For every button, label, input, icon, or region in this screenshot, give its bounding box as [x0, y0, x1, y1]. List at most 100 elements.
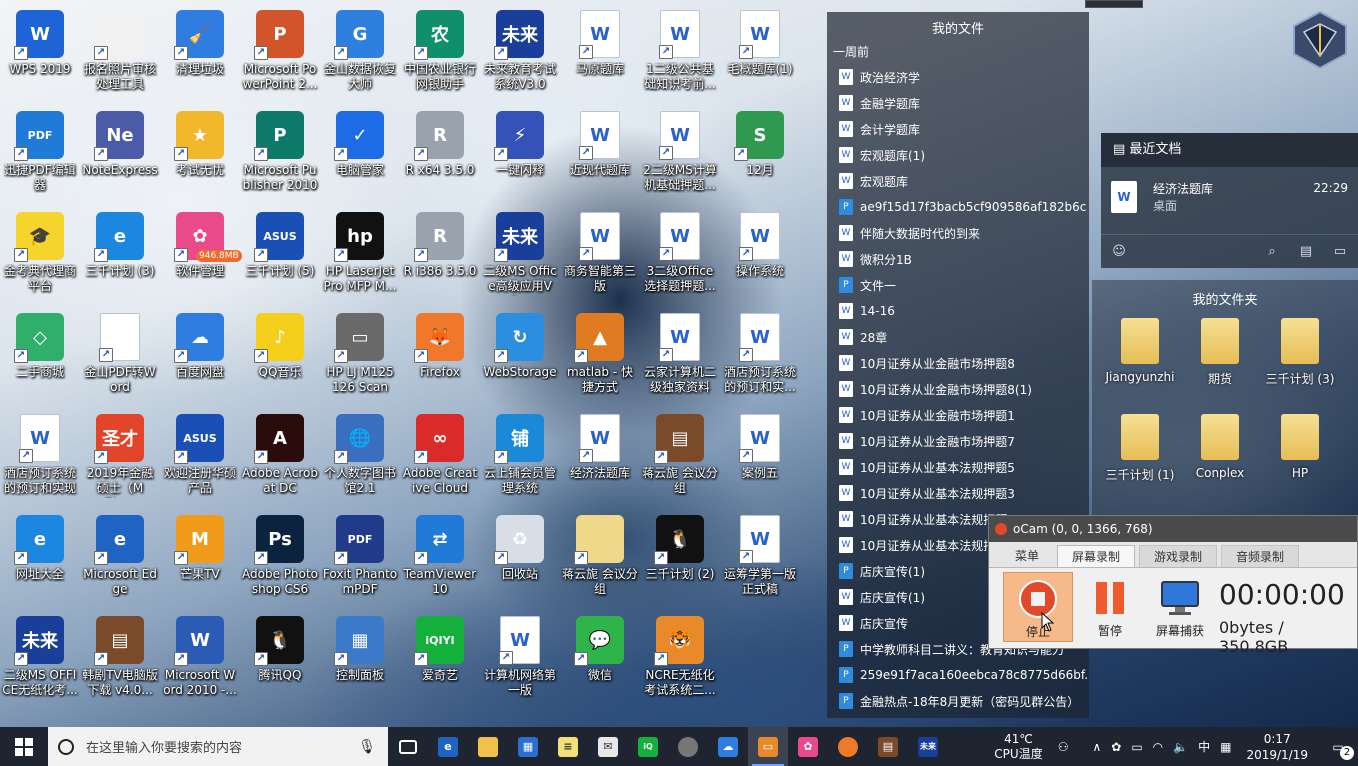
people-icon[interactable]: ⚇ [1053, 740, 1074, 754]
desktop-icon[interactable]: 农 ↗ 中国农业银行网银助手 [400, 0, 480, 98]
pause-button[interactable]: 暂停 [1075, 572, 1145, 642]
desktop-icon[interactable]: 🦊 ↗ Firefox [400, 303, 480, 401]
file-list-item[interactable]: P 259e91f7aca160eebca78c8775d66bf... [827, 662, 1089, 688]
desktop-icon[interactable]: R ↗ R x64 3.5.0 [400, 101, 480, 199]
desktop-icon[interactable]: ASUS ↗ 三千计划 (5) [240, 202, 320, 300]
taskbar-search[interactable]: 在这里输入你要搜索的内容 🎙 [48, 727, 388, 766]
ime-settings-icon[interactable]: ▦ [1215, 740, 1236, 754]
folder-item[interactable]: 三千计划 (1) [1100, 414, 1180, 483]
file-list-item[interactable]: W 10月证券从业金融市场押题8(1) [827, 376, 1089, 402]
desktop-icon[interactable]: PDF ↗ 迅捷PDF编辑器 [0, 101, 80, 199]
file-list-item[interactable]: W 金融学题库 [827, 90, 1089, 116]
desktop-icon[interactable]: 🐧 ↗ 三千计划 (2) [640, 505, 720, 603]
desktop-icon[interactable]: S ↗ 12月 [720, 101, 800, 199]
desktop-icon[interactable]: 🌐 ↗ 个人数字图书馆2.1 [320, 404, 400, 502]
file-list-item[interactable]: W 宏观题库 [827, 168, 1089, 194]
desktop-icon[interactable]: W ↗ 云家计算机二级独家资料 [640, 303, 720, 401]
chevron-up-icon[interactable]: ∧ [1087, 740, 1106, 754]
desktop-icon[interactable]: ▲ ↗ matlab - 快捷方式 [560, 303, 640, 401]
taskbar-edge[interactable]: e [428, 727, 468, 766]
desktop-icon[interactable]: M ↗ 芒果TV [160, 505, 240, 603]
desktop-icon[interactable]: W ↗ 近现代题库 [560, 101, 640, 199]
desktop-icon[interactable]: W ↗ WPS 2019 [0, 0, 80, 98]
action-center-button[interactable]: ▭ 2 [1318, 740, 1358, 760]
file-list-item[interactable]: P 文件一 [827, 272, 1089, 298]
tray-app-icon[interactable]: ✿ [1106, 740, 1126, 754]
desktop-icon[interactable]: iQIYI ↗ 爱奇艺 [400, 606, 480, 704]
desktop-icon[interactable]: P ↗ Microsoft PowerPoint 2... [240, 0, 320, 98]
file-list-item[interactable]: W 10月证券从业基本法规押题5 [827, 454, 1089, 480]
desktop-icon[interactable]: A ↗ Adobe Acrobat DC [240, 404, 320, 502]
desktop-icon[interactable]: ⚡ ↗ 一键闪释 [480, 101, 560, 199]
desktop-icon[interactable]: ☁ ↗ 百度网盘 [160, 303, 240, 401]
desktop-icon[interactable]: ↗ 蒋云旎 会议分组 [560, 505, 640, 603]
wifi-icon[interactable]: ◠ [1148, 740, 1168, 754]
file-list-item[interactable]: W 会计学题库 [827, 116, 1089, 142]
desktop-icon[interactable]: 圣才↗2019年金融硕士（MF）... [80, 404, 160, 502]
file-list-item[interactable]: W 14-16 [827, 298, 1089, 324]
desktop-icon[interactable]: W ↗ 1二级公共基础知识考前... [640, 0, 720, 98]
taskbar-baidu-netdisk[interactable]: ☁ [708, 727, 748, 766]
desktop-icon[interactable]: R ↗ R i386 3.5.0 [400, 202, 480, 300]
desktop-icon[interactable]: W ↗ 案例五 [720, 404, 800, 502]
desktop-icon[interactable]: 未来↗二级MS Office高级应用VI... [480, 202, 560, 300]
desktop-icon[interactable]: ♪ ↗ QQ音乐 [240, 303, 320, 401]
desktop-icon[interactable]: ◇ ↗ 二手商城 [0, 303, 80, 401]
desktop-icon[interactable]: W ↗ 马原题库 [560, 0, 640, 98]
desktop-icon[interactable]: W ↗ 商务智能第三版 [560, 202, 640, 300]
taskbar-ocam[interactable]: ▭ [748, 727, 788, 766]
file-list-item[interactable]: W 10月证券从业基本法规押题3 [827, 480, 1089, 506]
cpu-temperature[interactable]: 41℃ CPU温度 [984, 732, 1052, 762]
desktop-icon[interactable]: G ↗ 金山数据恢复大师 [320, 0, 400, 98]
desktop-icon[interactable]: 未来 ↗ 二级MS OFFICE无纸化考... [0, 606, 80, 704]
desktop-icon[interactable]: hp ↗ HP LaserJet Pro MFP M... [320, 202, 400, 300]
desktop-icon[interactable]: Ps ↗ Adobe Photoshop CS6 [240, 505, 320, 603]
user-icon[interactable]: ☺ [1111, 244, 1127, 260]
desktop-icon[interactable]: W ↗ 3二级Office选择题押题... [640, 202, 720, 300]
file-list-item[interactable]: W 10月证券从业金融市场押题8 [827, 350, 1089, 376]
file-list-item[interactable]: W 政治经济学 [827, 64, 1089, 90]
file-list-item[interactable]: P 金融热点-18年8月更新（密码见群公告） [827, 688, 1089, 714]
desktop-icon[interactable]: W ↗ 运筹学第一版正式稿 [720, 505, 800, 603]
desktop-icon[interactable]: ▤ ↗ 蒋云旎 会议分组 [640, 404, 720, 502]
file-list-item[interactable]: W 伴随大数据时代的到来 [827, 220, 1089, 246]
desktop-icon[interactable]: ↗ 报名照片审核处理工具 [80, 0, 160, 98]
desktop-icon[interactable]: 🎓 ↗ 金考典代理商平台 [0, 202, 80, 300]
desktop-icon[interactable]: W ↗ 酒店预订系统的预订和实... [720, 303, 800, 401]
tab-game-record[interactable]: 游戏录制 [1139, 545, 1218, 567]
taskbar-file-explorer[interactable] [468, 727, 508, 766]
desktop-icon[interactable]: 💬 ↗ 微信 [560, 606, 640, 704]
desktop-icon[interactable]: W ↗ 操作系统 [720, 202, 800, 300]
stop-button[interactable]: 停止 [1003, 572, 1073, 642]
tab-screen-record[interactable]: 屏幕录制 [1057, 545, 1136, 567]
taskbar-archive[interactable]: ▤ [868, 727, 908, 766]
taskbar-iqiyi[interactable]: iQ [628, 727, 668, 766]
file-list-item[interactable]: W 10月证券从业金融市场押题7 [827, 428, 1089, 454]
volume-icon[interactable]: 🔈 [1168, 740, 1193, 754]
file-list-item[interactable]: Pae9f15d17f3bacb5cf909586af182b6c [827, 194, 1089, 220]
desktop-icon[interactable]: W ↗ Microsoft Word 2010 -... [160, 606, 240, 704]
ime-indicator[interactable]: 中 [1193, 738, 1215, 755]
desktop-icon[interactable]: ∞ ↗ Adobe Creative Cloud [400, 404, 480, 502]
desktop-icon[interactable]: Ne ↗ NoteExpress [80, 101, 160, 199]
taskbar-store[interactable]: ▦ [508, 727, 548, 766]
desktop-icon[interactable]: ▤ ↗ 韩剧TV电脑版下载 v4.0... [80, 606, 160, 704]
task-view-button[interactable] [388, 727, 428, 766]
desktop-icon[interactable]: e ↗ 网址大全 [0, 505, 80, 603]
tab-menu[interactable]: 菜单 [1001, 545, 1053, 567]
desktop-icon[interactable]: 🧹 ↗ 清理垃圾 [160, 0, 240, 98]
desktop-icon[interactable]: ★ ↗ 考试无忧 [160, 101, 240, 199]
desktop-icon[interactable]: e ↗ 三千计划 (3) [80, 202, 160, 300]
microphone-icon[interactable]: 🎙 [358, 739, 376, 755]
desktop-icon[interactable]: ↗ 金山PDF转Word [80, 303, 160, 401]
folder-item[interactable]: Conplex [1180, 414, 1260, 480]
file-list-item[interactable]: W 微积分1B [827, 246, 1089, 272]
taskbar-firefox[interactable] [828, 727, 868, 766]
tab-audio-record[interactable]: 音频录制 [1221, 545, 1300, 567]
desktop-icon[interactable]: 🐯 ↗ NCRE无纸化考试系统二... [640, 606, 720, 704]
file-list-item[interactable]: W 宏观题库(1) [827, 142, 1089, 168]
folder-item[interactable]: 三千计划 (3) [1260, 318, 1340, 387]
folder-item[interactable]: HP [1260, 414, 1340, 480]
screen-capture-button[interactable]: 屏幕捕获 [1145, 572, 1215, 642]
clock[interactable]: 0:17 2019/1/19 [1236, 731, 1318, 763]
